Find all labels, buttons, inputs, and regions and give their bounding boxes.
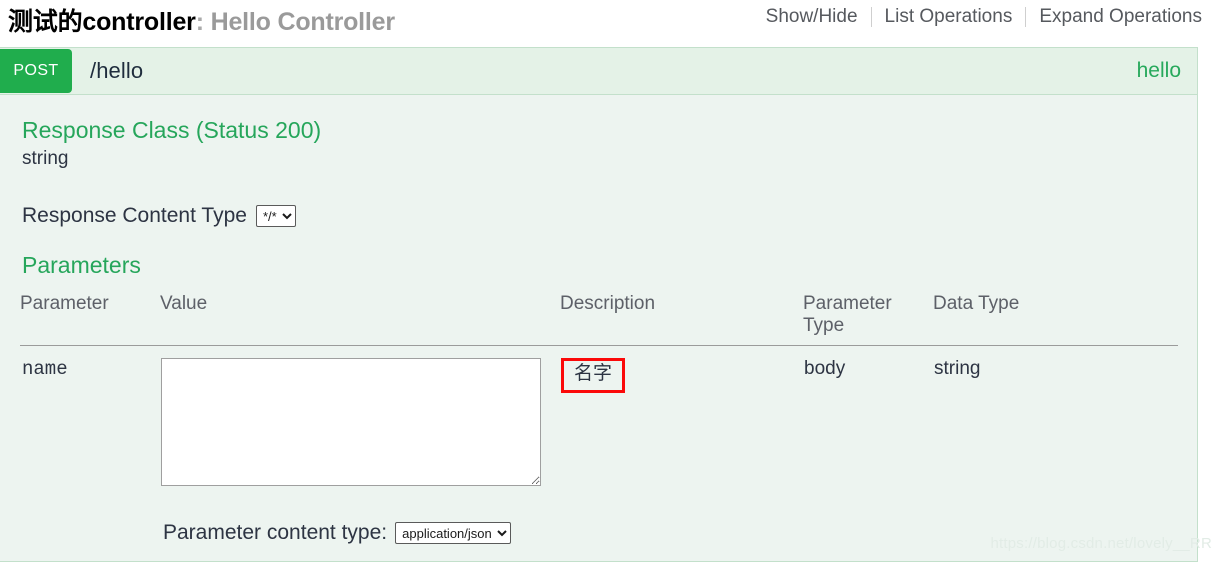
operation-block: POST /hello hello Response Class (Status… (0, 47, 1198, 562)
list-operations-link[interactable]: List Operations (872, 6, 1026, 28)
http-method-badge: POST (0, 49, 72, 93)
header-value: Value (160, 293, 560, 346)
operation-heading[interactable]: POST /hello hello (0, 48, 1197, 95)
resource-tag-name: 测试的controller (8, 8, 196, 36)
description-annotation: 名字 (561, 357, 626, 393)
cell-data-type: string (934, 357, 981, 379)
response-class-heading: Response Class (Status 200) (22, 117, 322, 143)
response-content-type-row: Response Content Type */* (22, 204, 1177, 228)
operation-summary-link[interactable]: hello (1137, 59, 1181, 83)
response-content-type-select[interactable]: */* (255, 205, 296, 227)
parameters-table-body: name 名字 body string (20, 345, 1178, 487)
cell-parameter-type: body (804, 357, 846, 379)
header-parameter-type: Parameter Type (803, 293, 933, 346)
parameters-table: Parameter Value Description Parameter Ty… (20, 293, 1178, 487)
resource-options: Show/Hide List Operations Expand Operati… (753, 6, 1202, 28)
parameter-content-type-row: Parameter content type: application/json (163, 521, 512, 545)
resource-title[interactable]: 测试的controller: Hello Controller (8, 2, 395, 38)
header-parameter: Parameter (20, 293, 160, 346)
show-hide-link[interactable]: Show/Hide (753, 6, 871, 28)
resource-title-separator: : (195, 8, 204, 36)
parameters-heading: Parameters (22, 252, 141, 278)
cell-parameter-name: name (22, 357, 68, 380)
table-row: name 名字 body string (20, 345, 1178, 487)
header-data-type: Data Type (933, 293, 1178, 346)
resource-header: 测试的controller: Hello Controller Show/Hid… (0, 0, 1218, 46)
parameter-content-type-select[interactable]: application/json (395, 522, 512, 544)
operation-path: /hello (90, 58, 144, 83)
resource-tag-description: Hello Controller (210, 8, 396, 36)
parameter-value-textarea[interactable] (161, 357, 541, 486)
response-class-model: string (22, 148, 69, 169)
header-description: Description (560, 293, 803, 346)
parameter-content-type-label: Parameter content type: (163, 521, 388, 544)
parameters-table-head: Parameter Value Description Parameter Ty… (20, 293, 1178, 346)
expand-operations-link[interactable]: Expand Operations (1026, 6, 1202, 28)
cell-parameter-value (160, 345, 560, 487)
table-header-row: Parameter Value Description Parameter Ty… (20, 293, 1178, 346)
response-content-type-label: Response Content Type (22, 204, 247, 227)
cell-parameter-description: 名字 (560, 345, 803, 487)
operation-body: Response Class (Status 200) string Respo… (0, 95, 1197, 561)
